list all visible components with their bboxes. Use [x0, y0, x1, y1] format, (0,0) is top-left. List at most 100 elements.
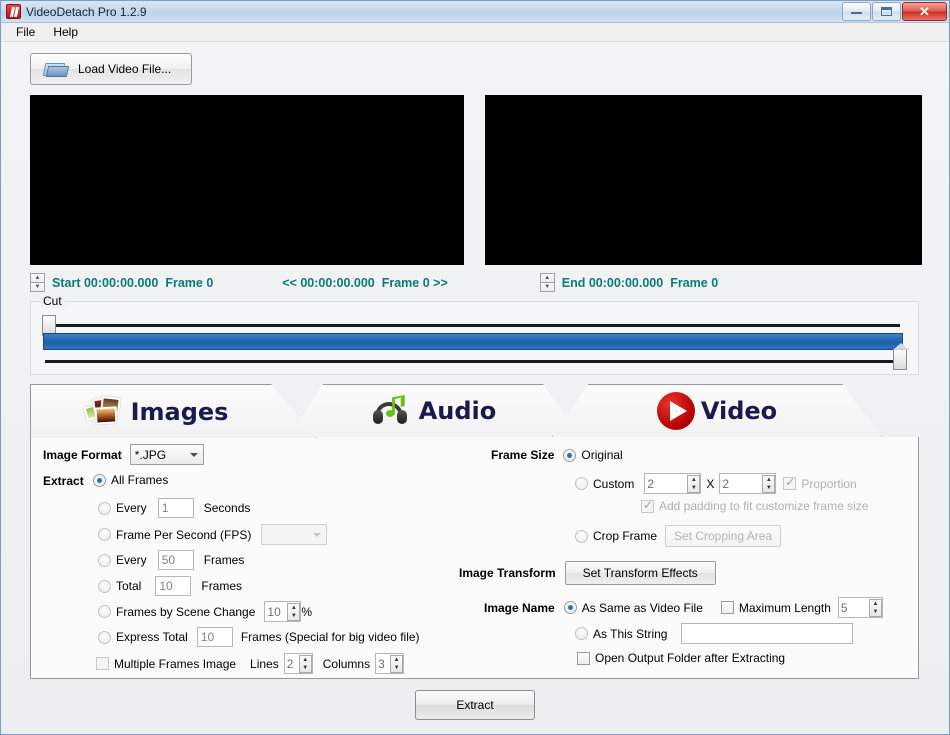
end-frame-label: Frame 0: [670, 276, 719, 290]
columns-input[interactable]: [376, 656, 391, 671]
checkbox-proportion[interactable]: [783, 475, 797, 490]
fps-select[interactable]: [261, 524, 328, 545]
scene-change-stepper[interactable]: ▲▼: [264, 601, 302, 622]
load-video-file-button[interactable]: Load Video File...: [30, 53, 192, 85]
as-this-string-input[interactable]: [681, 623, 854, 644]
start-time-label: Start 00:00:00.000: [52, 276, 159, 290]
load-video-file-label: Load Video File...: [78, 62, 172, 76]
original-label: Original: [581, 448, 623, 462]
start-frame-preview[interactable]: [30, 95, 464, 265]
radio-crop-frame[interactable]: [575, 529, 588, 543]
custom-width-spin-buttons[interactable]: ▲ ▼: [687, 474, 701, 493]
maximum-length-stepper[interactable]: ▲▼: [837, 597, 883, 618]
every-frames-input[interactable]: [157, 550, 194, 570]
tab-audio[interactable]: Audio: [288, 384, 581, 437]
image-transform-label: Image Transform: [459, 566, 556, 580]
maximize-button[interactable]: [872, 2, 901, 21]
option-all-frames[interactable]: All Frames: [93, 473, 168, 487]
lines-spin-buttons[interactable]: ▲ ▼: [298, 654, 312, 673]
checkbox-multiple-frames-image[interactable]: [96, 657, 109, 670]
radio-fps[interactable]: [98, 528, 111, 541]
image-format-select[interactable]: *.JPG: [129, 444, 204, 465]
option-express-total[interactable]: Express Total Frames (Special for big vi…: [98, 627, 420, 647]
menu-item-help[interactable]: Help: [44, 23, 87, 41]
option-crop-frame[interactable]: Crop Frame Set Cropping Area: [575, 525, 782, 547]
every-frames-label: Every: [116, 553, 147, 567]
option-multiple-frames-image[interactable]: Multiple Frames Image Lines ▲▼ Columns ▲…: [96, 653, 405, 674]
radio-custom[interactable]: [575, 477, 588, 490]
cut-track-bottom[interactable]: [45, 360, 900, 363]
radio-as-this-string[interactable]: [575, 627, 588, 640]
end-frame-preview[interactable]: [485, 95, 922, 265]
radio-total-frames[interactable]: [98, 579, 111, 593]
end-time-stepper[interactable]: ▲ ▼: [539, 272, 555, 294]
checkbox-add-padding[interactable]: [641, 498, 654, 513]
custom-width-input[interactable]: [645, 476, 688, 491]
option-custom-size[interactable]: Custom ▲▼ X ▲▼ Proportion: [575, 473, 857, 494]
checkbox-open-output-folder[interactable]: [577, 651, 590, 665]
footer: Extract: [1, 690, 949, 720]
prev-frame-nav[interactable]: << 00:00:00.000: [282, 276, 374, 290]
images-options-panel: Image Format *.JPG Extract All Frames Ev…: [30, 437, 919, 679]
set-cropping-area-button[interactable]: Set Cropping Area: [665, 525, 782, 547]
express-total-input[interactable]: [196, 627, 233, 647]
express-total-label: Express Total: [116, 630, 188, 644]
scene-change-spin-buttons[interactable]: ▲ ▼: [287, 602, 301, 621]
option-scene-change[interactable]: Frames by Scene Change ▲▼ %: [98, 601, 312, 622]
radio-all-frames[interactable]: [93, 473, 106, 487]
percent-label: %: [301, 604, 313, 619]
every-seconds-input[interactable]: [157, 498, 194, 518]
frame-size-row: Frame Size Original: [491, 448, 623, 462]
preview-panels: [30, 95, 949, 265]
minimize-button[interactable]: [842, 2, 871, 21]
option-add-padding[interactable]: Add padding to fit customize frame size: [641, 498, 868, 513]
option-total-frames[interactable]: Total Frames: [98, 576, 242, 596]
custom-height-stepper[interactable]: ▲▼: [719, 473, 777, 494]
checkbox-maximum-length[interactable]: [720, 601, 734, 614]
custom-x-label: X: [706, 476, 715, 491]
maximum-length-input[interactable]: [838, 600, 869, 615]
option-every-frames[interactable]: Every Frames: [98, 550, 244, 570]
scene-change-input[interactable]: [265, 604, 288, 619]
headphones-note-icon: [372, 395, 413, 427]
set-transform-effects-button[interactable]: Set Transform Effects: [564, 561, 716, 585]
total-frames-input[interactable]: [155, 576, 192, 596]
end-time-label: End 00:00:00.000: [561, 276, 664, 290]
lines-input[interactable]: [284, 656, 299, 671]
image-format-value: *.JPG: [134, 447, 167, 462]
radio-scene-change[interactable]: [98, 605, 111, 618]
next-frame-nav[interactable]: Frame 0 >>: [382, 276, 448, 290]
custom-height-input[interactable]: [720, 476, 763, 491]
custom-height-spin-buttons[interactable]: ▲ ▼: [762, 474, 776, 493]
columns-stepper[interactable]: ▲▼: [375, 653, 405, 674]
radio-express-total[interactable]: [98, 630, 111, 644]
extract-button[interactable]: Extract: [415, 690, 535, 720]
radio-every-seconds[interactable]: [98, 501, 111, 515]
photos-icon: [82, 395, 125, 428]
tab-images[interactable]: Images: [30, 384, 317, 438]
lines-stepper[interactable]: ▲▼: [283, 653, 313, 674]
cut-track-top[interactable]: [45, 324, 900, 327]
option-fps[interactable]: Frame Per Second (FPS): [98, 524, 328, 545]
option-open-output-folder[interactable]: Open Output Folder after Extracting: [577, 651, 785, 665]
radio-original[interactable]: [563, 448, 577, 462]
start-time-stepper[interactable]: ▲ ▼: [30, 272, 45, 294]
cut-end-handle[interactable]: [893, 349, 907, 370]
time-info-row: ▲ ▼ Start 00:00:00.000 Frame 0 << 00:00:0…: [30, 269, 949, 297]
radio-as-same-as-video-file[interactable]: [563, 601, 577, 614]
cut-range-bar[interactable]: [43, 333, 903, 350]
custom-width-stepper[interactable]: ▲▼: [644, 473, 702, 494]
columns-spin-buttons[interactable]: ▲ ▼: [390, 654, 404, 673]
all-frames-label: All Frames: [111, 473, 169, 487]
tab-images-label: Images: [130, 397, 229, 426]
option-every-seconds[interactable]: Every Seconds: [98, 498, 250, 518]
close-button[interactable]: ✕: [902, 2, 947, 21]
proportion-label: Proportion: [801, 476, 857, 491]
frame-size-label: Frame Size: [491, 448, 555, 462]
open-output-folder-label: Open Output Folder after Extracting: [595, 651, 786, 665]
radio-every-frames[interactable]: [98, 553, 111, 567]
menu-item-file[interactable]: File: [7, 23, 44, 41]
maximum-length-spin-buttons[interactable]: ▲ ▼: [868, 598, 882, 617]
option-as-this-string[interactable]: As This String: [575, 623, 854, 644]
tab-video[interactable]: Video: [552, 384, 882, 437]
